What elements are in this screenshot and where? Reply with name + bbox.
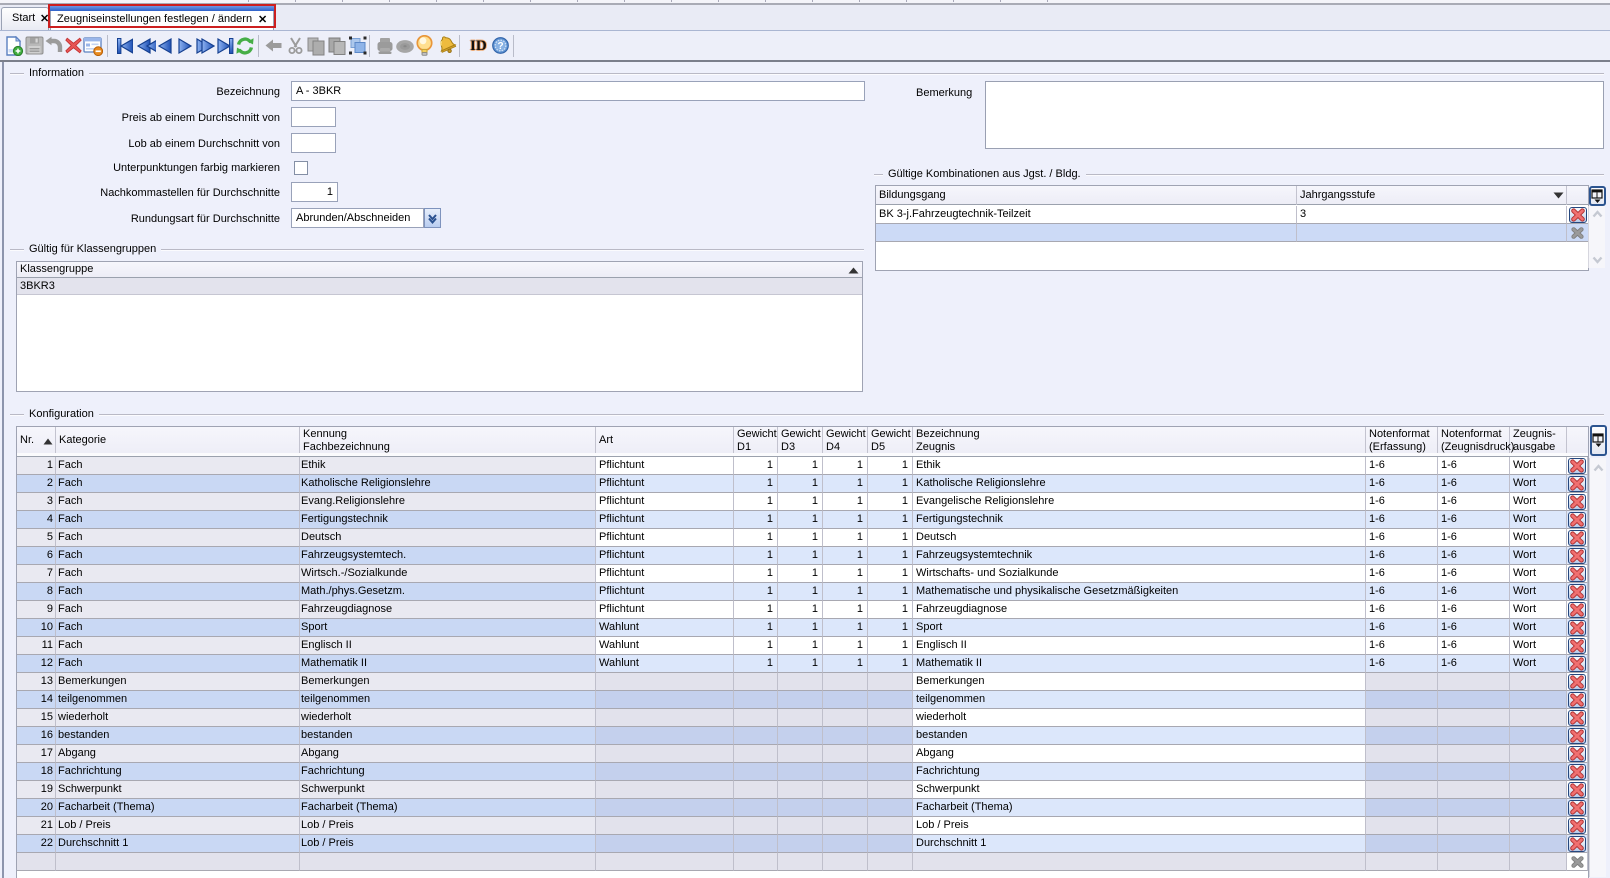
svg-text:?: ? <box>497 41 503 52</box>
